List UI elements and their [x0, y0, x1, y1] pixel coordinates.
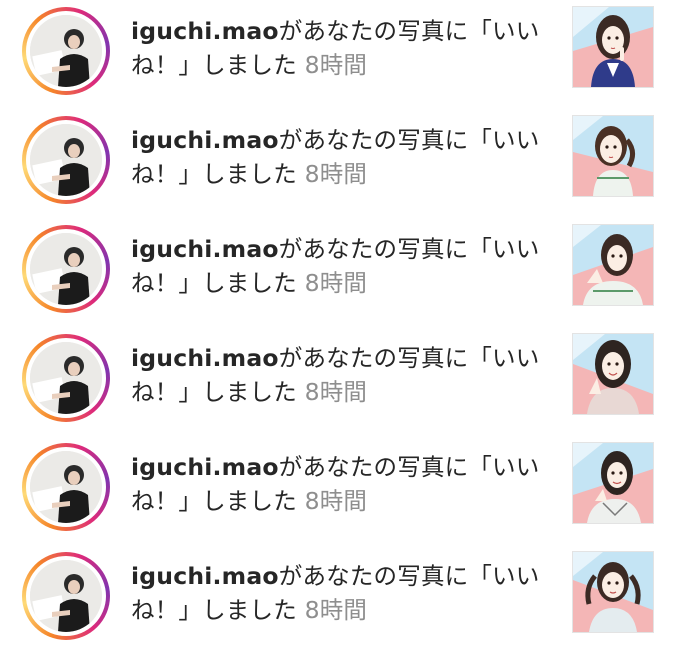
username-link[interactable]: iguchi.mao	[131, 453, 279, 481]
avatar	[30, 560, 102, 632]
notification-text: iguchi.maoがあなたの写真に「いいね！」しました 8時間	[131, 14, 541, 82]
timestamp: 8時間	[304, 596, 368, 624]
illustration-thumbnail	[573, 116, 653, 196]
notification-item[interactable]: iguchi.maoがあなたの写真に「いいね！」しました 8時間	[0, 0, 680, 108]
notification-text: iguchi.maoがあなたの写真に「いいね！」しました 8時間	[131, 341, 541, 409]
notification-item[interactable]: iguchi.maoがあなたの写真に「いいね！」しました 8時間	[0, 327, 680, 435]
story-ring[interactable]	[22, 7, 110, 95]
avatar	[30, 15, 102, 87]
post-thumbnail[interactable]	[572, 6, 654, 88]
timestamp: 8時間	[304, 487, 368, 515]
post-thumbnail[interactable]	[572, 442, 654, 524]
notification-text: iguchi.maoがあなたの写真に「いいね！」しました 8時間	[131, 559, 541, 627]
post-thumbnail[interactable]	[572, 551, 654, 633]
story-ring[interactable]	[22, 225, 110, 313]
illustration-thumbnail	[573, 552, 653, 632]
username-link[interactable]: iguchi.mao	[131, 235, 279, 263]
timestamp: 8時間	[304, 269, 368, 297]
notification-item[interactable]: iguchi.maoがあなたの写真に「いいね！」しました 8時間	[0, 545, 680, 653]
timestamp: 8時間	[304, 51, 368, 79]
username-link[interactable]: iguchi.mao	[131, 17, 279, 45]
post-thumbnail[interactable]	[572, 224, 654, 306]
avatar-photo-image	[30, 342, 102, 414]
notification-item[interactable]: iguchi.maoがあなたの写真に「いいね！」しました 8時間	[0, 109, 680, 217]
avatar	[30, 233, 102, 305]
timestamp: 8時間	[304, 378, 368, 406]
avatar	[30, 342, 102, 414]
story-ring[interactable]	[22, 552, 110, 640]
illustration-thumbnail	[573, 7, 653, 87]
timestamp: 8時間	[304, 160, 368, 188]
notification-item[interactable]: iguchi.maoがあなたの写真に「いいね！」しました 8時間	[0, 218, 680, 326]
avatar-photo-image	[30, 15, 102, 87]
illustration-thumbnail	[573, 443, 653, 523]
post-thumbnail[interactable]	[572, 333, 654, 415]
notification-text: iguchi.maoがあなたの写真に「いいね！」しました 8時間	[131, 450, 541, 518]
notification-text: iguchi.maoがあなたの写真に「いいね！」しました 8時間	[131, 232, 541, 300]
story-ring[interactable]	[22, 334, 110, 422]
illustration-thumbnail	[573, 334, 653, 414]
story-ring[interactable]	[22, 116, 110, 204]
username-link[interactable]: iguchi.mao	[131, 562, 279, 590]
illustration-thumbnail	[573, 225, 653, 305]
avatar-photo-image	[30, 451, 102, 523]
activity-feed: iguchi.maoがあなたの写真に「いいね！」しました 8時間 iguchi.…	[0, 0, 680, 655]
post-thumbnail[interactable]	[572, 115, 654, 197]
avatar-photo-image	[30, 233, 102, 305]
username-link[interactable]: iguchi.mao	[131, 126, 279, 154]
avatar-photo-image	[30, 560, 102, 632]
notification-text: iguchi.maoがあなたの写真に「いいね！」しました 8時間	[131, 123, 541, 191]
avatar-photo-image	[30, 124, 102, 196]
story-ring[interactable]	[22, 443, 110, 531]
avatar	[30, 124, 102, 196]
username-link[interactable]: iguchi.mao	[131, 344, 279, 372]
notification-item[interactable]: iguchi.maoがあなたの写真に「いいね！」しました 8時間	[0, 436, 680, 544]
avatar	[30, 451, 102, 523]
